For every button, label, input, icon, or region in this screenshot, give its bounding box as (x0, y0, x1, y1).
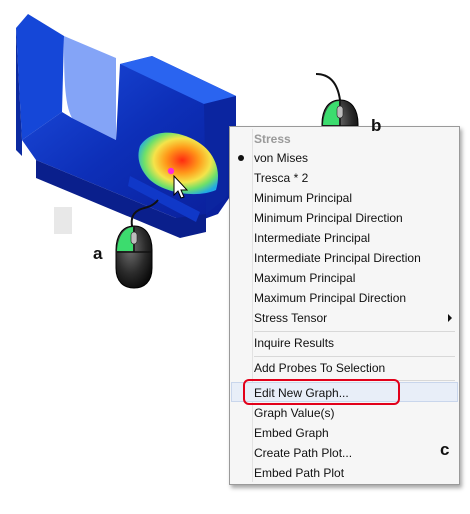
menu-item-create-path-plot[interactable]: Create Path Plot... (254, 443, 352, 463)
menu-separator (254, 331, 455, 332)
callout-label-a: a (93, 244, 103, 263)
highlight-callout-box (243, 379, 400, 405)
menu-item-embed-graph[interactable]: Embed Graph (254, 423, 329, 443)
menu-item-embed-path-plot[interactable]: Embed Path Plot (254, 463, 344, 483)
chevron-right-icon (448, 314, 452, 322)
bullet-icon (238, 155, 244, 161)
menu-item-add-probes[interactable]: Add Probes To Selection (254, 358, 385, 378)
menu-item-minimum-principal-direction[interactable]: Minimum Principal Direction (254, 208, 403, 228)
menu-item-stress-tensor[interactable]: Stress Tensor (254, 308, 327, 328)
menu-item-inquire-results[interactable]: Inquire Results (254, 333, 334, 353)
menu-item-intermediate-principal[interactable]: Intermediate Principal (254, 228, 370, 248)
stress-context-menu[interactable]: Stress von Mises Tresca * 2 Minimum Prin… (229, 126, 460, 485)
menu-item-minimum-principal[interactable]: Minimum Principal (254, 188, 352, 208)
menu-item-tresca[interactable]: Tresca * 2 (254, 168, 308, 188)
stress-model[interactable] (16, 14, 236, 238)
menu-item-maximum-principal-direction[interactable]: Maximum Principal Direction (254, 288, 406, 308)
menu-item-intermediate-principal-direction[interactable]: Intermediate Principal Direction (254, 248, 421, 268)
menu-item-graph-values[interactable]: Graph Value(s) (254, 403, 334, 423)
menu-separator (254, 356, 455, 357)
mouse-icon (115, 225, 153, 289)
menu-item-maximum-principal[interactable]: Maximum Principal (254, 268, 355, 288)
menu-header-stress: Stress (254, 132, 291, 146)
menu-item-von-mises[interactable]: von Mises (254, 148, 308, 168)
decorative-swatch (54, 207, 72, 234)
callout-label-c: c (440, 440, 450, 459)
callout-label-b: b (371, 116, 382, 135)
